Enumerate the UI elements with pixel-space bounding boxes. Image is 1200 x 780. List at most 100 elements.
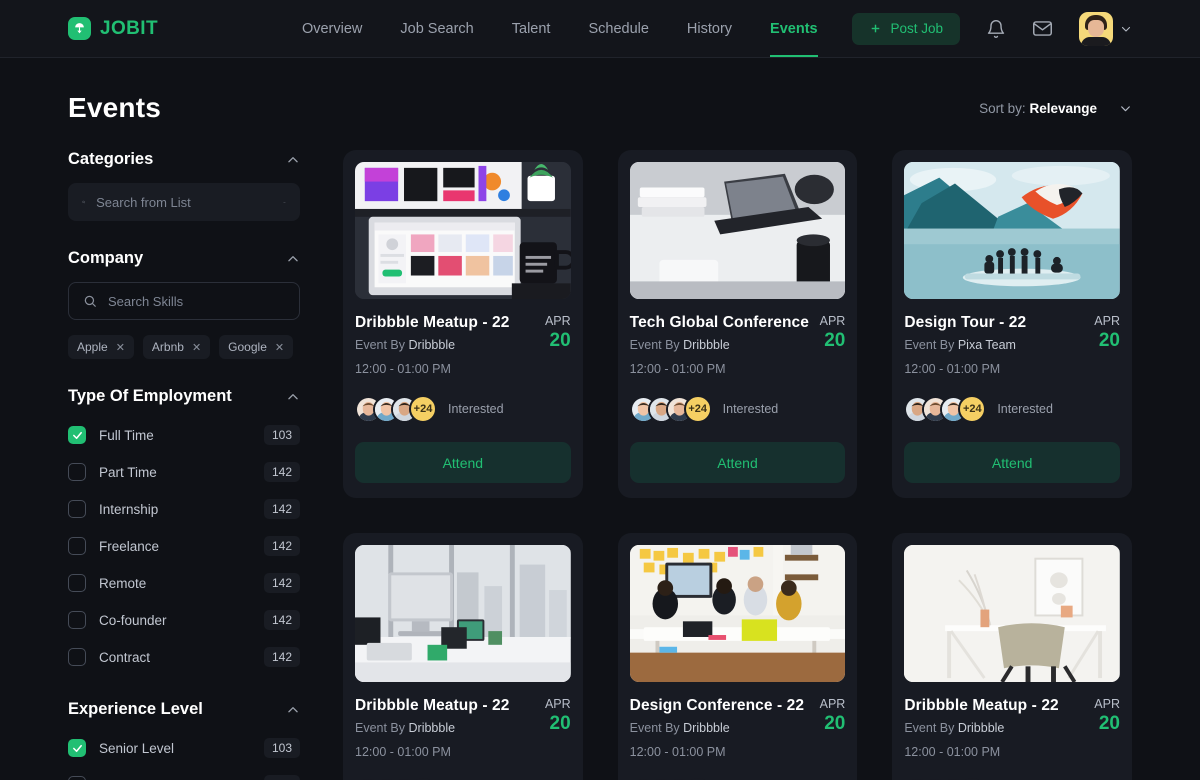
filter-section-categories-header[interactable]: Categories: [68, 150, 300, 169]
company-search-input[interactable]: [108, 293, 285, 309]
event-image: [355, 162, 571, 299]
nav-item-events[interactable]: Events: [770, 2, 818, 57]
event-time: 12:00 - 01:00 PM: [355, 745, 451, 759]
employment-option[interactable]: Contract 142: [68, 642, 300, 672]
checkbox[interactable]: [68, 426, 86, 444]
event-card[interactable]: Dribbble Meatup - 22 Event By Dribbble APR…: [343, 533, 583, 780]
employment-option[interactable]: Full Time 103: [68, 420, 300, 450]
event-title: Design Tour - 22: [904, 314, 1027, 331]
option-label: Freelance: [99, 538, 160, 554]
attend-button[interactable]: Attend: [904, 442, 1120, 483]
company-search-box[interactable]: [68, 282, 300, 320]
checkbox[interactable]: [68, 463, 86, 481]
employment-option[interactable]: Remote 142: [68, 568, 300, 598]
event-day: 20: [824, 713, 846, 734]
event-time: 12:00 - 01:00 PM: [355, 362, 451, 376]
employment-options: Full Time 103 Part Time 142 Internship 142 Fre…: [68, 420, 300, 672]
app-header: JOBIT Overview Job Search Talent Schedul…: [0, 0, 1200, 58]
checkbox[interactable]: [68, 537, 86, 555]
event-month: APR: [1094, 697, 1120, 711]
event-title: Dribbble Meatup - 22: [904, 697, 1059, 714]
event-card[interactable]: Dribbble Meatup - 22 Event By Dribbble APR…: [892, 533, 1132, 780]
event-month: APR: [544, 314, 571, 328]
event-heading: Tech Global Conference Event By Dribbble A…: [630, 314, 846, 352]
event-card[interactable]: Tech Global Conference Event By Dribbble A…: [617, 150, 858, 498]
profile-menu[interactable]: [1079, 11, 1132, 46]
event-card[interactable]: Dribbble Meatup - 22 Event By Dribbble APR…: [343, 150, 583, 498]
event-card[interactable]: Design Conference - 22 Event By Dribbble A…: [617, 533, 858, 780]
checkbox[interactable]: [68, 611, 86, 629]
employment-option[interactable]: Freelance 142: [68, 531, 300, 561]
event-month: APR: [819, 697, 846, 711]
employment-option[interactable]: Co-founder 142: [68, 605, 300, 635]
sort-control[interactable]: Sort by: Relevange: [979, 101, 1132, 116]
filter-section-experience-header[interactable]: Experience Level: [68, 700, 300, 719]
event-time: 12:00 - 01:00 PM: [904, 362, 1001, 376]
close-icon[interactable]: ✕: [116, 341, 125, 354]
event-date: APR 20: [1086, 314, 1120, 352]
post-job-label: Post Job: [890, 21, 943, 36]
categories-search-box[interactable]: [68, 183, 300, 221]
attendee-avatar-stack: +24: [904, 395, 987, 423]
attend-button[interactable]: Attend: [355, 442, 571, 483]
company-tag[interactable]: Apple ✕: [68, 335, 134, 359]
tag-label: Apple: [77, 340, 108, 354]
post-job-button[interactable]: Post Job: [852, 12, 960, 45]
checkbox[interactable]: [68, 739, 86, 757]
attendee-overflow-badge: +24: [409, 395, 437, 423]
content-area: Categories Company: [68, 150, 1132, 780]
nav-item-talent[interactable]: Talent: [512, 2, 551, 56]
event-day: 20: [549, 330, 571, 351]
event-image: [904, 545, 1120, 682]
employment-option[interactable]: Internship 142: [68, 494, 300, 524]
page-header-row: Events Sort by: Relevange: [68, 58, 1132, 150]
event-attendees: +24 Interested: [904, 395, 1120, 423]
event-organizer: Event By Dribbble: [355, 721, 537, 735]
event-date: APR 20: [537, 314, 571, 352]
event-organizer-prefix: Event By: [629, 338, 684, 352]
company-tag-list: Apple ✕ Arbnb ✕ Google ✕: [68, 335, 300, 359]
option-label: Co-founder: [99, 612, 167, 628]
main-nav: Overview Job Search Talent Schedule Hist…: [302, 2, 818, 57]
nav-item-overview[interactable]: Overview: [302, 2, 362, 56]
employment-option[interactable]: Part Time 142: [68, 457, 300, 487]
nav-item-history[interactable]: History: [687, 2, 732, 56]
checkbox[interactable]: [68, 648, 86, 666]
event-date: APR 20: [812, 314, 846, 352]
event-organizer-name: Dribbble: [957, 721, 1005, 735]
event-organizer-prefix: Event By: [629, 721, 684, 735]
close-icon[interactable]: ✕: [275, 341, 284, 354]
checkbox[interactable]: [68, 574, 86, 592]
filter-section-company-header[interactable]: Company: [68, 249, 300, 268]
chevron-up-icon: [288, 393, 298, 399]
nav-item-job-search[interactable]: Job Search: [400, 2, 473, 56]
chevron-up-icon: [288, 255, 298, 261]
sort-prefix: Sort by:: [979, 100, 1026, 116]
checkbox[interactable]: [68, 776, 86, 780]
company-tag[interactable]: Google ✕: [219, 335, 294, 359]
messages-button[interactable]: [1032, 18, 1053, 39]
filter-section-employment-header[interactable]: Type Of Employment: [68, 387, 300, 406]
attend-button[interactable]: Attend: [629, 442, 846, 483]
experience-option[interactable]: Entry Level142: [68, 770, 300, 780]
check-icon: [72, 744, 82, 752]
option-label: Contract: [99, 649, 151, 665]
notifications-button[interactable]: [986, 19, 1006, 39]
interested-label: Interested: [722, 402, 779, 416]
attendee-overflow-badge: +24: [683, 395, 712, 423]
close-icon[interactable]: ✕: [192, 341, 201, 354]
company-tag[interactable]: Arbnb ✕: [142, 335, 211, 359]
option-label: Part Time: [99, 464, 157, 480]
event-title: Dribbble Meatup - 22: [355, 697, 510, 714]
categories-search-input[interactable]: [96, 194, 273, 210]
event-title: Design Conference - 22: [629, 697, 805, 714]
chevron-down-icon: [1121, 26, 1131, 32]
experience-option[interactable]: Senior Level 103: [68, 733, 300, 763]
nav-item-schedule[interactable]: Schedule: [588, 2, 648, 56]
tag-label: Arbnb: [151, 340, 184, 354]
event-card[interactable]: Design Tour - 22 Event By Pixa Team APR 20 1…: [892, 150, 1132, 498]
brand-logo[interactable]: JOBIT: [68, 17, 158, 40]
event-date: APR 20: [812, 697, 846, 735]
chevron-down-icon[interactable]: [283, 196, 286, 209]
checkbox[interactable]: [68, 500, 86, 518]
